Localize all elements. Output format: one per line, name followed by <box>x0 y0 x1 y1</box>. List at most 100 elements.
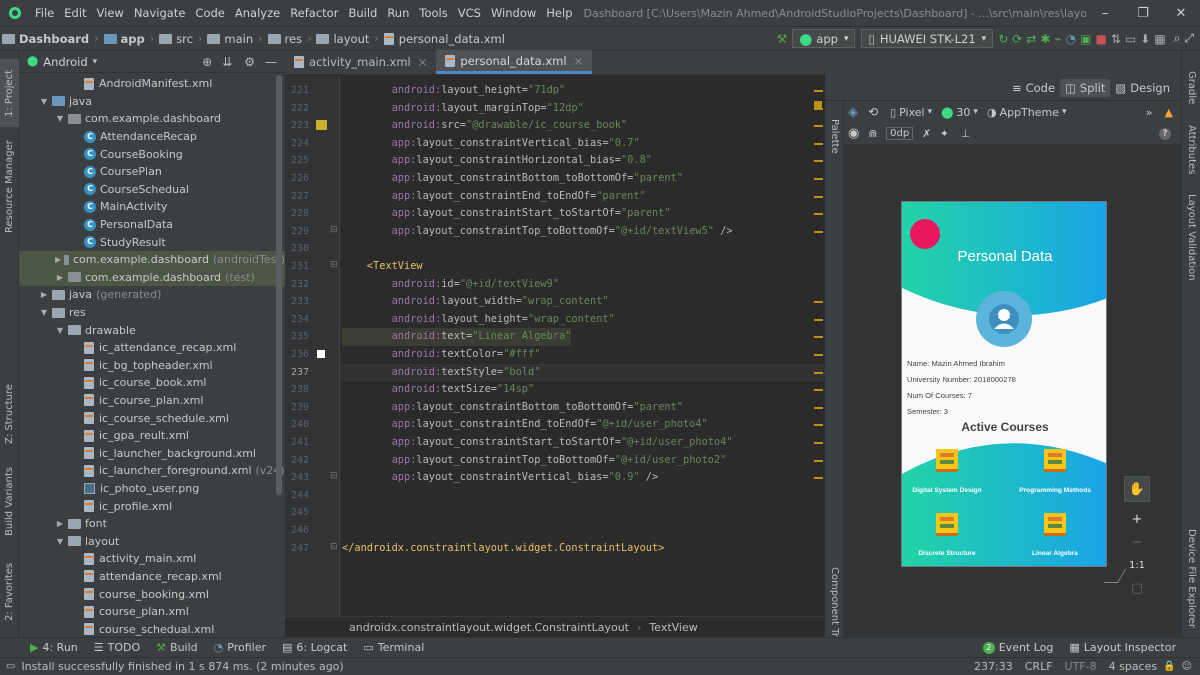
mode-split-button[interactable]: ◫ Split <box>1060 79 1111 97</box>
tree-item[interactable]: ic_bg_topheader.xml <box>19 357 285 375</box>
warning-marker[interactable] <box>814 125 823 128</box>
theme-select[interactable]: AppTheme <box>1000 106 1059 119</box>
tab-gradle[interactable]: Gradle <box>1182 59 1200 117</box>
tree-item[interactable]: ▶ com.example.dashboard (test) <box>19 268 285 287</box>
breadcrumb-layout[interactable]: layout <box>314 32 371 46</box>
fold-icon[interactable]: ⊟ <box>330 542 338 552</box>
magnet-icon[interactable]: ⋒ <box>868 128 877 140</box>
warning-indicator-icon[interactable] <box>814 101 822 109</box>
tab-palette[interactable]: Palette <box>825 106 844 166</box>
orientation-icon[interactable]: ⟲ <box>868 105 878 119</box>
chevron-right-icon[interactable]: ▶ <box>55 273 65 282</box>
sdk-manager-icon[interactable]: ⬇ <box>1140 29 1150 49</box>
close-icon[interactable]: ✕ <box>1162 6 1200 21</box>
attach-debugger-icon[interactable]: ⌁ <box>1054 29 1061 49</box>
tree-item[interactable]: ic_course_plan.xml <box>19 392 285 410</box>
minimize-icon[interactable]: – <box>1086 6 1124 21</box>
warning-marker[interactable] <box>814 371 823 374</box>
mode-code-button[interactable]: ≡ Code <box>1007 79 1060 97</box>
tree-item[interactable]: ▶ com.example.dashboard (androidTest) <box>19 250 285 269</box>
tree-item[interactable]: ▼ java <box>19 93 285 111</box>
tab-run[interactable]: ▶ 4: Run <box>22 641 86 654</box>
warning-marker[interactable] <box>814 459 823 462</box>
tree-item[interactable]: C AttendanceRecap <box>19 128 285 146</box>
warning-marker[interactable] <box>814 213 823 216</box>
tree-item[interactable]: ▶ font <box>19 515 285 533</box>
tab-favorites[interactable]: 2: Favorites <box>0 556 19 628</box>
close-icon[interactable]: × <box>418 55 428 69</box>
breadcrumb-file[interactable]: personal_data.xml <box>382 32 507 46</box>
search-icon[interactable]: ⌕ <box>1174 29 1181 49</box>
tree-item[interactable]: course_booking.xml <box>19 585 285 603</box>
eye-icon[interactable]: ◉ <box>848 126 859 141</box>
collapse-all-icon[interactable]: ⇊ <box>222 55 232 69</box>
layout-inspector-icon[interactable]: ▦ <box>1154 29 1165 49</box>
warning-marker[interactable] <box>814 90 823 92</box>
indent-setting[interactable]: 4 spaces <box>1103 660 1164 673</box>
fold-icon[interactable]: ⊟ <box>330 260 338 270</box>
chevron-down-icon[interactable]: ▼ <box>39 308 49 317</box>
warning-marker[interactable] <box>814 160 823 163</box>
breadcrumb-parent[interactable]: androidx.constraintlayout.widget.Constra… <box>349 621 629 634</box>
breadcrumb-src[interactable]: src <box>157 32 195 46</box>
tree-item[interactable]: C MainActivity <box>19 198 285 216</box>
tab-build[interactable]: ⚒ Build <box>148 641 206 654</box>
tree-item[interactable]: C PersonalData <box>19 216 285 234</box>
menu-code[interactable]: Code <box>190 6 229 20</box>
margin-select[interactable]: 0dp <box>886 127 914 140</box>
tab-attributes[interactable]: Attributes <box>1182 119 1200 181</box>
hammer-build-icon[interactable]: ⚒ <box>777 29 788 49</box>
chevron-down-icon[interactable]: ▼ <box>55 114 65 123</box>
clear-constraints-icon[interactable]: ✗ <box>922 128 931 140</box>
gear-icon[interactable]: ⚙ <box>244 55 255 69</box>
chevron-down-icon[interactable]: ▼ <box>55 537 65 546</box>
tree-item[interactable]: ic_launcher_foreground.xml (v24) <box>19 462 285 480</box>
tree-item[interactable]: ic_profile.xml <box>19 497 285 515</box>
tab-profiler[interactable]: ◔ Profiler <box>206 641 274 654</box>
mode-design-button[interactable]: ▨ Design <box>1110 79 1175 97</box>
tree-item[interactable]: ▼ res <box>19 304 285 322</box>
menu-run[interactable]: Run <box>382 6 414 20</box>
warning-marker[interactable] <box>814 442 823 444</box>
chevron-down-icon[interactable]: ▾ <box>93 57 98 67</box>
warning-marker[interactable] <box>814 318 823 321</box>
chevron-down-icon[interactable]: ▾ <box>928 107 933 117</box>
guidelines-icon[interactable]: ⊥ <box>961 128 970 140</box>
inspector-face-icon[interactable]: ☺ <box>1182 661 1192 672</box>
tree-item[interactable]: ▶ java (generated) <box>19 286 285 304</box>
breadcrumb-current[interactable]: TextView <box>649 621 697 634</box>
layout-preview[interactable]: Personal Data Name: Mazin Ahmed Ibrahim … <box>901 201 1107 567</box>
tree-item[interactable]: ▼ com.example.dashboard <box>19 110 285 128</box>
color-swatch-icon[interactable] <box>317 350 325 358</box>
tree-item[interactable]: activity_main.xml <box>19 550 285 568</box>
menu-file[interactable]: File <box>30 6 59 20</box>
tab-layout-validation[interactable]: Layout Validation <box>1182 189 1200 285</box>
caret-position[interactable]: 237:33 <box>968 660 1019 673</box>
menu-vcs[interactable]: VCS <box>453 6 486 20</box>
breadcrumb-res[interactable]: res <box>266 32 305 46</box>
avd-manager-icon[interactable]: ▭ <box>1125 29 1136 49</box>
tree-item[interactable]: attendance_recap.xml <box>19 568 285 586</box>
menu-view[interactable]: View <box>92 6 129 20</box>
pan-hand-button[interactable]: ✋ <box>1124 476 1150 502</box>
tree-item[interactable]: ic_gpa_reult.xml <box>19 427 285 445</box>
tab-todo[interactable]: ☰ TODO <box>86 641 148 654</box>
tree-item[interactable]: C CourseBooking <box>19 145 285 163</box>
fold-icon[interactable]: ⊟ <box>330 225 338 235</box>
chevron-right-icon[interactable]: ▶ <box>39 290 49 299</box>
close-icon[interactable]: × <box>574 54 584 68</box>
tree-item[interactable]: ic_course_schedule.xml <box>19 409 285 427</box>
layers-icon[interactable]: ◈ <box>848 105 858 120</box>
tab-resource-manager[interactable]: Resource Manager <box>0 137 19 237</box>
locate-icon[interactable]: ⊕ <box>202 55 212 69</box>
tab-layout-inspector[interactable]: ▦ Layout Inspector <box>1061 641 1184 654</box>
project-scrollbar[interactable] <box>276 75 282 495</box>
rerun-icon[interactable]: ⇄ <box>1026 29 1036 49</box>
tab-logcat[interactable]: ▤ 6: Logcat <box>274 641 355 654</box>
warning-marker[interactable] <box>814 178 823 180</box>
lock-icon[interactable]: 🔒 <box>1163 661 1175 672</box>
menu-window[interactable]: Window <box>486 6 541 20</box>
code-area[interactable]: android:layout_height="71dp" android:lay… <box>342 76 812 616</box>
line-separator[interactable]: CRLF <box>1019 660 1059 673</box>
restore-icon[interactable]: ❐ <box>1124 6 1162 21</box>
